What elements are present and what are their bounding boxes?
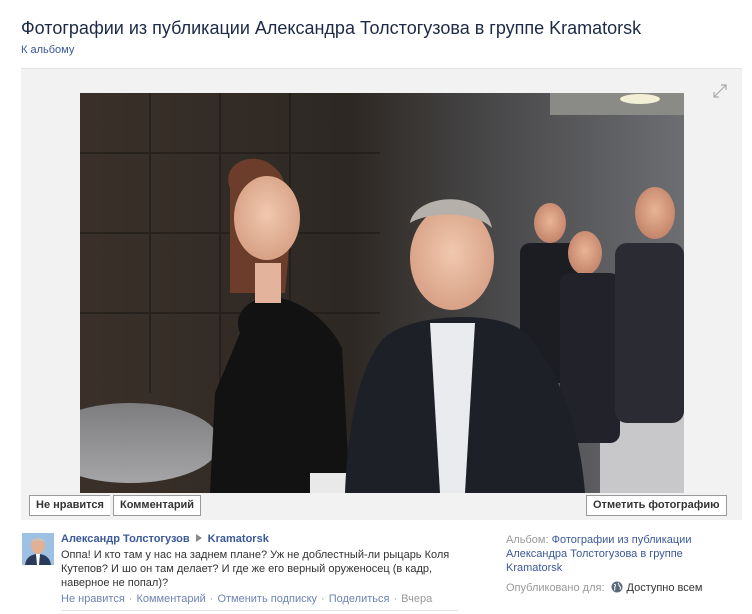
- group-link[interactable]: Kramatorsk: [208, 533, 269, 545]
- main-photo[interactable]: [80, 93, 684, 493]
- arrow-right-icon: [195, 534, 202, 542]
- post-actions: Не нравится · Комментарий · Отменить подписк…: [61, 593, 432, 605]
- separator: ·: [321, 593, 325, 605]
- author-avatar[interactable]: [22, 533, 54, 565]
- published-label: Опубликовано для:: [506, 582, 605, 594]
- back-to-album-link[interactable]: К альбому: [21, 44, 74, 56]
- post-author-line: Александр Толстогузов Kramatorsk: [61, 533, 269, 545]
- avatar-image: [22, 533, 54, 565]
- privacy-info: Опубликовано для: Доступно всем: [506, 581, 702, 594]
- photo-stage: [21, 68, 742, 520]
- album-label: Альбом:: [506, 534, 549, 546]
- audience-value[interactable]: Доступно всем: [627, 582, 703, 594]
- album-info: Альбом: Фотографии из публикации Алексан…: [506, 533, 726, 575]
- unlike-link[interactable]: Не нравится: [61, 593, 125, 605]
- separator: ·: [128, 593, 133, 605]
- page-title: Фотографии из публикации Александра Толс…: [21, 18, 642, 38]
- post-time[interactable]: Вчера: [401, 593, 432, 605]
- post-text: Оппа! И кто там у нас на заднем плане? У…: [61, 549, 450, 589]
- separator: ·: [393, 593, 398, 605]
- expand-icon[interactable]: [713, 84, 727, 98]
- globe-icon[interactable]: [611, 581, 623, 593]
- comment-button[interactable]: Комментарий: [113, 495, 202, 516]
- unfollow-link[interactable]: Отменить подписку: [217, 593, 317, 605]
- separator: ·: [209, 593, 214, 605]
- author-link[interactable]: Александр Толстогузов: [61, 533, 190, 545]
- comment-link[interactable]: Комментарий: [136, 593, 205, 605]
- divider: [61, 610, 458, 611]
- share-link[interactable]: Поделиться: [329, 593, 390, 605]
- photo-image: [80, 93, 684, 493]
- tag-photo-button[interactable]: Отметить фотографию: [586, 495, 727, 516]
- dislike-button[interactable]: Не нравится: [29, 495, 110, 516]
